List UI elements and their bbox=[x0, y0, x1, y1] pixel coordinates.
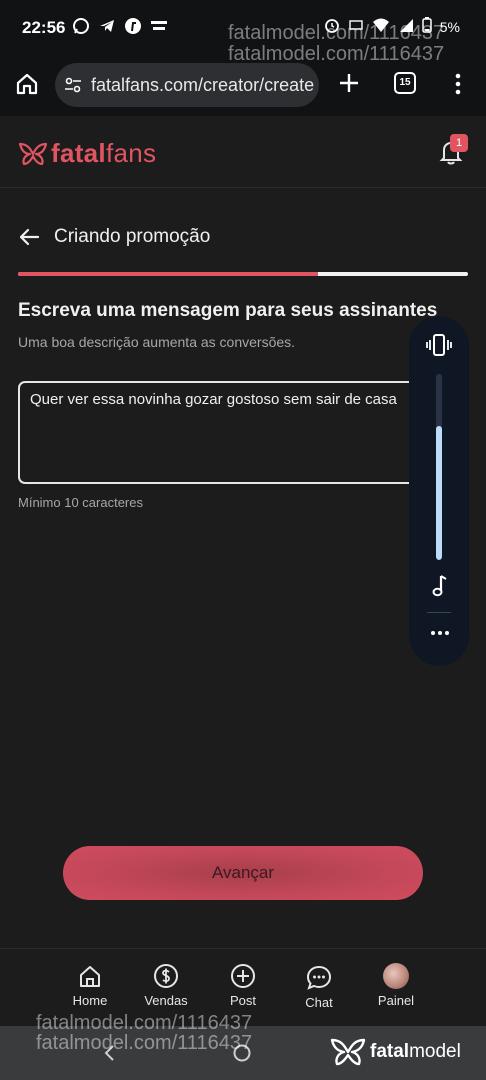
step-progress-fill bbox=[18, 272, 319, 276]
nav-label: Vendas bbox=[144, 993, 188, 1008]
section-subtitle: Uma boa descrição aumenta as conversões. bbox=[18, 334, 296, 350]
plus-icon bbox=[340, 74, 358, 92]
min-chars-hint: Mínimo 10 caracteres bbox=[18, 495, 143, 510]
butterfly-logo-icon bbox=[330, 1038, 366, 1066]
browser-menu-button[interactable] bbox=[450, 72, 466, 96]
url-text: fatalfans.com/creator/create bbox=[91, 75, 315, 95]
message-textarea[interactable]: Quer ver essa novinha gozar gostoso sem … bbox=[18, 381, 468, 484]
brand-mark-text: fatalmodel bbox=[370, 1041, 461, 1063]
music-note-icon[interactable] bbox=[429, 573, 451, 599]
advance-button[interactable]: Avançar bbox=[63, 846, 423, 900]
brand-mark-light: model bbox=[409, 1041, 461, 1062]
chat-bubble-icon bbox=[306, 965, 332, 990]
plus-circle-icon bbox=[231, 964, 255, 988]
nav-label: Painel bbox=[377, 993, 415, 1008]
status-bar: 22:56 5% bbox=[0, 0, 486, 56]
signal-icon bbox=[398, 17, 414, 36]
address-bar[interactable]: fatalfans.com/creator/create bbox=[55, 63, 319, 107]
system-back-icon[interactable] bbox=[100, 1043, 120, 1063]
battery-icon bbox=[422, 17, 432, 36]
volume-divider bbox=[427, 612, 451, 613]
volte-icon bbox=[348, 17, 364, 36]
notification-badge: 1 bbox=[450, 134, 468, 152]
fatalmodel-watermark: fatalmodel bbox=[330, 1038, 461, 1066]
app-header: fatalfans bbox=[0, 116, 486, 188]
back-arrow-icon[interactable] bbox=[18, 226, 40, 248]
site-settings-icon[interactable] bbox=[63, 75, 83, 95]
vibrate-icon[interactable] bbox=[426, 332, 452, 358]
step-progress-bar bbox=[18, 272, 468, 276]
more-vertical-icon bbox=[455, 73, 461, 95]
fatalfans-logo[interactable]: fatalfans bbox=[18, 138, 156, 169]
nav-label: Home bbox=[72, 993, 108, 1008]
nav-item-painel[interactable]: Painel bbox=[361, 963, 431, 1008]
dollar-circle-icon bbox=[154, 964, 178, 988]
message-textarea-value: Quer ver essa novinha gozar gostoso sem … bbox=[30, 391, 397, 408]
butterfly-logo-icon bbox=[18, 142, 48, 165]
system-home-icon[interactable] bbox=[232, 1043, 252, 1063]
wifi-icon bbox=[372, 17, 390, 36]
nav-item-home[interactable]: Home bbox=[55, 963, 125, 1008]
page-title: Criando promoção bbox=[54, 226, 211, 247]
nav-item-vendas[interactable]: Vendas bbox=[131, 963, 201, 1008]
more-dots-icon[interactable] bbox=[429, 628, 451, 638]
alarm-icon bbox=[324, 17, 340, 36]
f-app-icon bbox=[124, 17, 142, 41]
nav-label: Chat bbox=[305, 995, 333, 1010]
avatar bbox=[383, 963, 409, 989]
page-header: Criando promoção bbox=[18, 226, 210, 248]
logo-text: fatalfans bbox=[51, 138, 156, 169]
telegram-icon bbox=[98, 17, 116, 41]
browser-toolbar: fatalfans.com/creator/create 15 bbox=[0, 56, 486, 116]
logo-text-light: fans bbox=[105, 138, 157, 168]
new-tab-button[interactable] bbox=[336, 70, 362, 96]
nav-item-chat[interactable]: Chat bbox=[284, 965, 354, 1010]
status-time: 22:56 bbox=[22, 18, 66, 37]
battery-percent: 5% bbox=[439, 18, 460, 35]
tab-switcher-button[interactable]: 15 bbox=[394, 72, 416, 94]
nav-item-post[interactable]: Post bbox=[208, 963, 278, 1008]
brand-mark-bold: fatal bbox=[370, 1041, 410, 1062]
browser-home-button[interactable] bbox=[14, 71, 42, 99]
home-icon bbox=[80, 966, 100, 987]
status-system-icons: 5% bbox=[324, 17, 460, 36]
status-notification-icons bbox=[72, 17, 168, 41]
globoplay-icon bbox=[150, 19, 168, 39]
home-icon bbox=[16, 73, 38, 95]
bottom-nav: Home Vendas Post Chat Painel bbox=[0, 948, 486, 1026]
whatsapp-icon bbox=[72, 17, 90, 41]
volume-slider-fill bbox=[436, 426, 442, 560]
nav-label: Post bbox=[229, 993, 256, 1008]
volume-panel bbox=[409, 316, 469, 666]
volume-slider[interactable] bbox=[436, 374, 442, 560]
section-title: Escreva uma mensagem para seus assinante… bbox=[18, 300, 438, 321]
logo-text-bold: fatal bbox=[51, 138, 106, 168]
